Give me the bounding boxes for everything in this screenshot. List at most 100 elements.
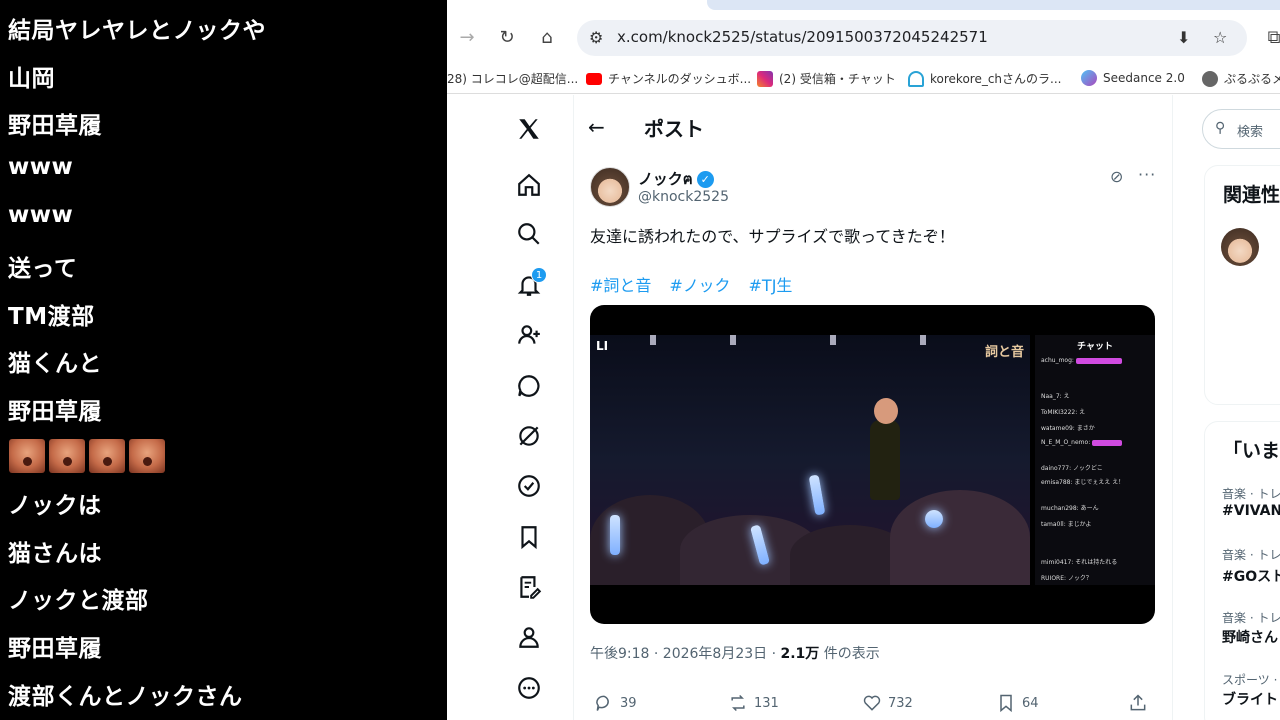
trend-name[interactable]: ブライト bbox=[1222, 689, 1278, 709]
post-video[interactable]: LI 詞と音 チャット achu_mog: Naa_7: え ToMIKI322… bbox=[590, 305, 1155, 624]
chat-message: 渡部くんとノックさん bbox=[8, 684, 243, 710]
chat-message: 送って bbox=[8, 256, 78, 282]
face-emote-icon bbox=[129, 439, 165, 473]
bookmark-item[interactable]: ぷるぷるメー bbox=[1202, 70, 1280, 87]
stage-light bbox=[830, 335, 836, 345]
share-icon bbox=[1130, 694, 1146, 711]
chat-message: 山岡 bbox=[8, 66, 55, 92]
reply-count: 39 bbox=[620, 695, 637, 711]
bookmark-button[interactable]: 64 bbox=[996, 693, 1039, 713]
verified-badge-icon: ✓ bbox=[696, 170, 714, 188]
premium-icon[interactable] bbox=[513, 470, 545, 502]
repost-button[interactable]: 131 bbox=[728, 693, 779, 713]
reply-button[interactable]: 39 bbox=[594, 693, 637, 713]
forward-icon[interactable]: → bbox=[455, 26, 479, 50]
lists-icon[interactable] bbox=[513, 571, 545, 603]
x-logo-icon[interactable] bbox=[513, 113, 545, 145]
hashtag-link[interactable]: #TJ生 bbox=[749, 272, 793, 296]
search-icon[interactable] bbox=[513, 218, 545, 250]
performer-figure bbox=[870, 398, 900, 500]
hashtag-link[interactable]: #詞と音 bbox=[590, 272, 651, 296]
left-nav: 1 bbox=[507, 95, 553, 720]
address-bar[interactable]: ⚙ x.com/knock2525/status/209150037204524… bbox=[577, 20, 1247, 56]
video-chat-line: RUIORE: ノック？ bbox=[1041, 575, 1092, 582]
trend-name[interactable]: #VIVANT bbox=[1222, 503, 1280, 519]
home-icon[interactable] bbox=[513, 169, 545, 201]
right-sidebar: ⚲ 検索 関連性 「いま 音楽 · トレ #VIVANT 音楽 · トレ #GO… bbox=[1202, 95, 1280, 720]
concert-stage-image bbox=[590, 335, 1030, 585]
post-actions: 39 131 732 64 bbox=[590, 693, 1155, 717]
chat-message: 猫くんと bbox=[8, 351, 102, 377]
notifications-icon[interactable]: 1 bbox=[513, 267, 547, 301]
hashtags: #詞と音 #ノック #TJ生 bbox=[590, 272, 792, 296]
chat-message: TM渡部 bbox=[8, 304, 95, 330]
install-app-icon[interactable]: ⬇ bbox=[1177, 28, 1190, 47]
url-text[interactable]: x.com/knock2525/status/20915003720452425… bbox=[617, 28, 988, 46]
grok-icon[interactable] bbox=[513, 420, 545, 452]
bookmark-label: チャンネルのダッシュボ... bbox=[608, 72, 752, 86]
back-arrow-icon[interactable]: ← bbox=[588, 115, 605, 139]
video-chat-line: tama0ll: まじかよ bbox=[1041, 521, 1092, 528]
bookmark-label: ぷるぷるメー bbox=[1224, 72, 1280, 86]
follow-icon[interactable] bbox=[513, 319, 545, 351]
post-text: 友達に誘われたので、サプライズで歌ってきたぞ！ bbox=[590, 227, 955, 246]
search-input[interactable]: ⚲ 検索 bbox=[1202, 109, 1280, 149]
trend-category: スポーツ · ト bbox=[1222, 673, 1280, 687]
bookmark-item[interactable]: Seedance 2.0 bbox=[1081, 70, 1185, 86]
video-chat-line: mimi0417: それは持たれる bbox=[1041, 559, 1118, 566]
bookmarks-bar: 28) コレコレ@超配信... チャンネルのダッシュボ... (2) 受信箱・チ… bbox=[447, 64, 1280, 94]
video-chat-line: achu_mog: bbox=[1041, 357, 1122, 364]
column-divider bbox=[1172, 95, 1173, 720]
glowstick bbox=[610, 515, 620, 555]
more-dots-icon[interactable]: ··· bbox=[1138, 165, 1156, 184]
bookmark-label: Seedance 2.0 bbox=[1103, 71, 1185, 85]
author-avatar[interactable] bbox=[590, 167, 630, 207]
chat-message: 野田草履 bbox=[8, 636, 102, 662]
trend-name[interactable]: 野崎さん bbox=[1222, 627, 1278, 647]
home-icon[interactable]: ⌂ bbox=[535, 26, 559, 50]
bookmark-item[interactable]: 28) コレコレ@超配信... bbox=[447, 70, 578, 87]
chat-message: 野田草履 bbox=[8, 113, 102, 139]
trend-name[interactable]: #GOスト bbox=[1222, 566, 1280, 586]
chat-message: 結局ヤレヤレとノックや bbox=[8, 18, 267, 44]
x-page: 1 ← ポスト ノックฅ ✓ @knock2525 ⊘ ··· 友達に誘われたの… bbox=[447, 95, 1280, 720]
stage-light bbox=[920, 335, 926, 345]
seedance-icon bbox=[1081, 70, 1097, 86]
share-button[interactable] bbox=[1128, 693, 1148, 713]
reload-icon[interactable]: ↻ bbox=[495, 26, 519, 50]
bookmark-star-icon[interactable]: ☆ bbox=[1213, 28, 1227, 47]
extensions-icon[interactable]: ⧉ bbox=[1262, 26, 1280, 50]
author-name[interactable]: ノックฅ ✓ bbox=[638, 167, 714, 191]
post-timestamp[interactable]: 午後9:18 · 2026年8月23日 · bbox=[590, 646, 781, 662]
face-emote-icon bbox=[49, 439, 85, 473]
bookmarks-icon[interactable] bbox=[513, 521, 545, 553]
site-info-icon[interactable]: ⚙ bbox=[589, 28, 603, 47]
headset-icon bbox=[908, 70, 924, 87]
bookmark-count: 64 bbox=[1022, 695, 1039, 711]
post-header: ← ポスト bbox=[574, 95, 1172, 155]
heart-icon bbox=[863, 695, 881, 711]
profile-icon[interactable] bbox=[513, 621, 545, 653]
like-count: 732 bbox=[888, 695, 913, 711]
author-handle[interactable]: @knock2525 bbox=[638, 189, 729, 205]
view-count-suffix: 件の表示 bbox=[819, 646, 880, 662]
trends-title: 「いま bbox=[1223, 440, 1280, 462]
grok-explain-icon[interactable]: ⊘ bbox=[1110, 167, 1123, 186]
bookmark-item[interactable]: (2) 受信箱・チャット bbox=[757, 70, 896, 87]
bookmark-item[interactable]: korekore_chさんのラ... bbox=[908, 70, 1061, 87]
stream-chat-overlay: 結局ヤレヤレとノックや 山岡 野田草履 www www 送って TM渡部 猫くん… bbox=[0, 0, 447, 720]
video-chat-line: muchan298: あーん bbox=[1041, 505, 1099, 512]
bookmark-item[interactable]: チャンネルのダッシュボ... bbox=[586, 70, 751, 87]
search-icon: ⚲ bbox=[1215, 120, 1226, 136]
video-chat-line: ToMIKI3222: え bbox=[1041, 409, 1086, 416]
related-account-avatar[interactable] bbox=[1221, 228, 1259, 266]
like-button[interactable]: 732 bbox=[862, 693, 913, 713]
more-options-icon[interactable] bbox=[513, 672, 545, 704]
video-chat-line: emisa788: まじでぇええ え！ bbox=[1041, 479, 1125, 486]
stage-light bbox=[650, 335, 656, 345]
messages-icon[interactable] bbox=[513, 370, 545, 402]
video-logo-left: LI bbox=[596, 339, 609, 353]
video-chat-line: daino777: ノックどこ bbox=[1041, 465, 1103, 472]
hashtag-link[interactable]: #ノック bbox=[669, 272, 730, 296]
crowd-silhouette bbox=[890, 490, 1030, 585]
